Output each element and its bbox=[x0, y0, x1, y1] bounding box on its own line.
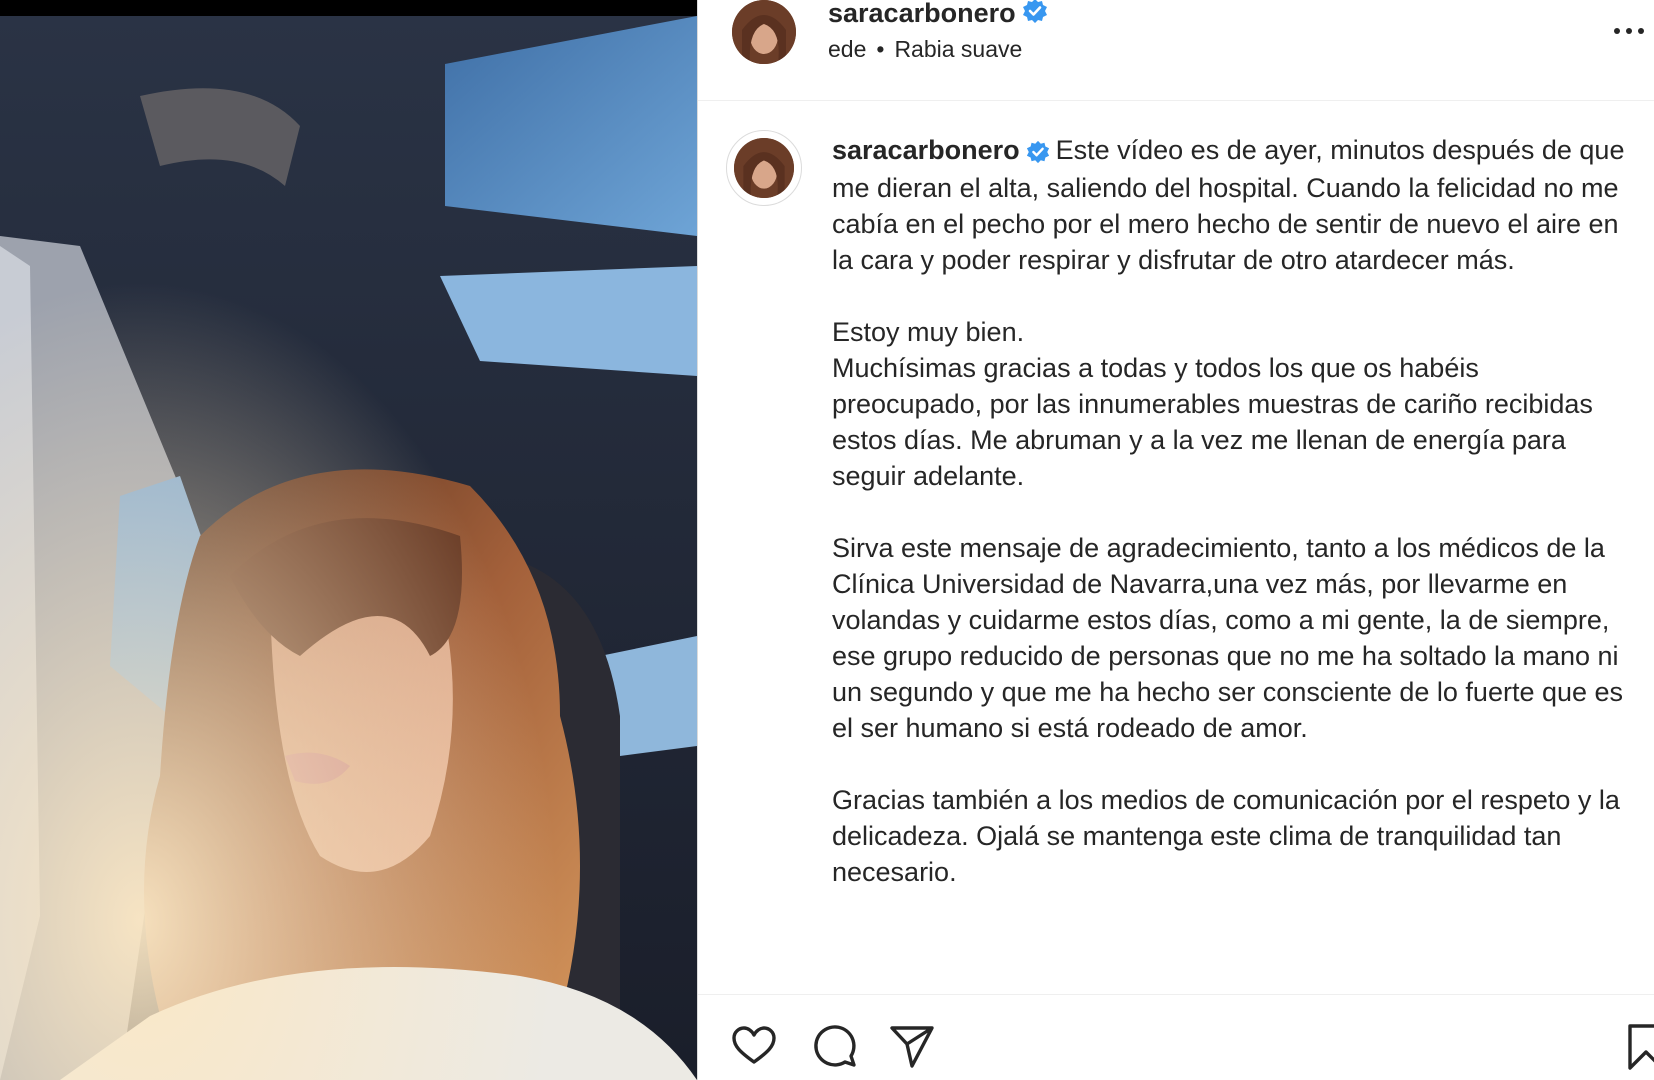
save-button[interactable] bbox=[1626, 1022, 1654, 1072]
separator-dot: • bbox=[876, 36, 885, 62]
share-icon bbox=[890, 1026, 934, 1068]
actions-divider bbox=[698, 994, 1654, 995]
like-button[interactable] bbox=[730, 1022, 778, 1070]
more-options-button[interactable] bbox=[1614, 16, 1654, 46]
share-button[interactable] bbox=[888, 1022, 936, 1070]
caption-username[interactable]: saracarbonero bbox=[832, 135, 1020, 165]
bookmark-icon bbox=[1628, 1024, 1654, 1070]
caption-paragraph: saracarbonero Este vídeo es de ayer, minu… bbox=[832, 132, 1632, 278]
caption-paragraph: Muchísimas gracias a todas y todos los q… bbox=[832, 352, 1593, 491]
audio-prefix: ede bbox=[828, 36, 867, 62]
more-dot-icon bbox=[1626, 28, 1632, 34]
header-divider bbox=[698, 100, 1654, 101]
post-media[interactable] bbox=[0, 0, 697, 1080]
caption-paragraph: Estoy muy bien. bbox=[832, 316, 1025, 347]
more-horizontal-icon bbox=[1614, 28, 1620, 34]
verified-badge-icon bbox=[1026, 134, 1050, 170]
caption-paragraph: Gracias también a los medios de comunica… bbox=[832, 784, 1620, 887]
avatar-image bbox=[732, 0, 796, 64]
verified-badge-icon bbox=[1022, 0, 1048, 31]
post-caption: saracarbonero Este vídeo es de ayer, minu… bbox=[832, 132, 1632, 890]
avatar-image bbox=[734, 138, 794, 198]
caption-avatar[interactable] bbox=[734, 138, 794, 198]
comment-icon bbox=[814, 1025, 856, 1067]
audio-title[interactable]: Rabia suave bbox=[894, 36, 1022, 62]
header-username[interactable]: saracarbonero bbox=[828, 0, 1016, 28]
video-frame[interactable] bbox=[0, 16, 697, 1080]
caption-paragraph: Sirva este mensaje de agradecimiento, ta… bbox=[832, 532, 1624, 743]
heart-icon bbox=[732, 1026, 776, 1064]
more-dot-icon bbox=[1638, 28, 1644, 34]
avatar[interactable] bbox=[732, 0, 796, 64]
audio-info[interactable]: ede • Rabia suave bbox=[828, 36, 1022, 63]
media-top-bar bbox=[0, 0, 697, 16]
post-details-panel: saracarbonero ede • Rabia suave saracarbon… bbox=[698, 0, 1654, 1080]
comment-button[interactable] bbox=[810, 1022, 858, 1070]
